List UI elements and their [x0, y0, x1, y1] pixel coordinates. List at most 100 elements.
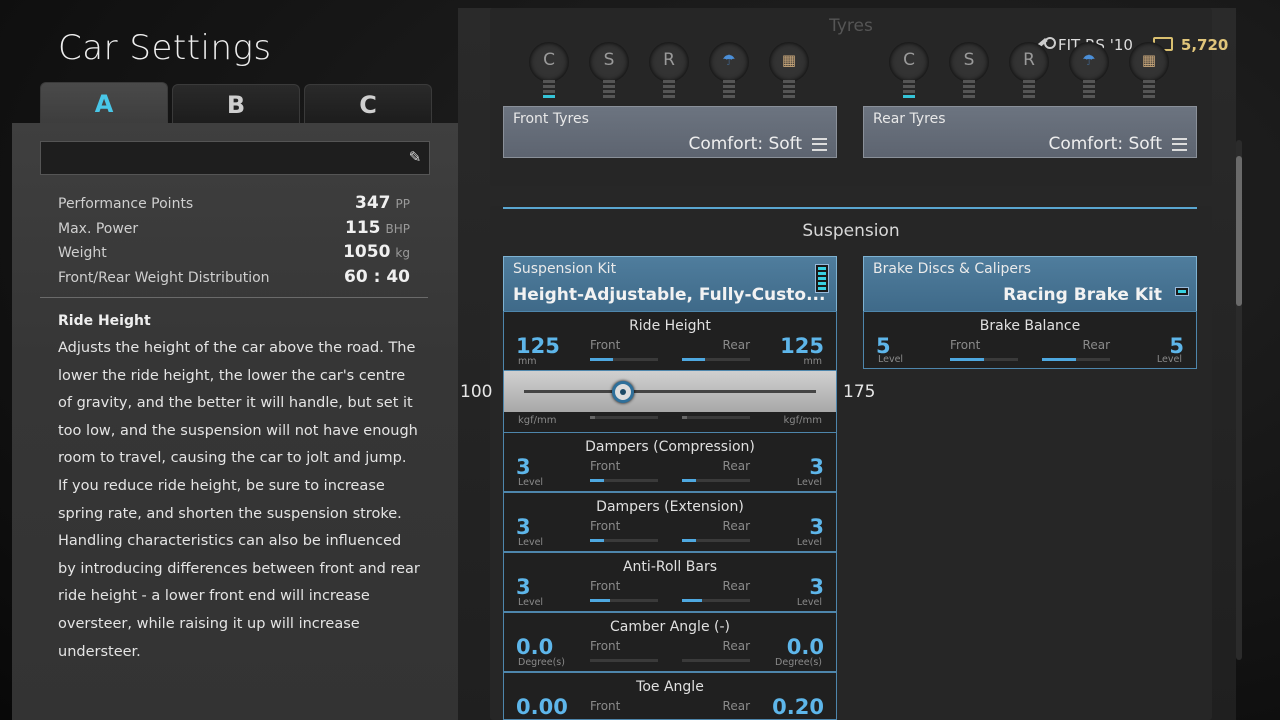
rear-bar — [682, 599, 750, 602]
tyre-comfort[interactable]: C — [529, 42, 569, 98]
stat-unit: BHP — [385, 221, 411, 236]
rear-bar — [682, 416, 750, 419]
toe-angle-row[interactable]: Toe Angle 0.00 0.20 Front Rear — [503, 672, 837, 720]
front-bar — [590, 539, 658, 542]
menu-icon — [1172, 138, 1187, 151]
rear-bar — [682, 479, 750, 482]
tyre-label: S — [963, 50, 975, 70]
brake-balance-row[interactable]: Brake Balance 5 5 Level Level Front Rear — [863, 311, 1197, 369]
setting-name-field[interactable] — [40, 141, 430, 175]
rear-label: Rear — [722, 338, 750, 352]
rain-icon[interactable]: ☂ — [1069, 42, 1109, 98]
dampers-compression-row[interactable]: Dampers (Compression) 3 3 Level Level Fr… — [503, 432, 837, 492]
tyre-sports[interactable]: S — [589, 42, 629, 98]
description-text: Adjusts the height of the car above the … — [58, 340, 420, 660]
page-title: Car Settings — [58, 28, 272, 68]
level-icon — [1175, 287, 1189, 296]
slider-min: 100 — [460, 382, 493, 402]
suspension-heading: Suspension — [802, 221, 900, 241]
scrollbar[interactable] — [1236, 140, 1242, 660]
rear-unit: Level — [796, 537, 822, 548]
rear-value: 3 — [809, 455, 824, 479]
rear-unit: mm — [803, 356, 822, 367]
front-tyres-field[interactable]: Front Tyres Comfort: Soft — [503, 106, 837, 158]
front-bar — [590, 479, 658, 482]
slider-knob[interactable] — [612, 381, 635, 403]
credits-value: 5,720 — [1180, 36, 1229, 54]
stat-value: 115 — [345, 217, 381, 238]
stat-unit: PP — [395, 197, 410, 211]
brake-kit-value: Racing Brake Kit — [1003, 285, 1162, 305]
front-label: Front — [590, 699, 621, 713]
setting-tabs: A B C — [40, 82, 432, 124]
rear-bar — [682, 659, 750, 662]
anti-roll-bars-row[interactable]: Anti-Roll Bars 3 3 Level Level Front Rea… — [503, 552, 837, 612]
stat-unit: kg — [395, 246, 410, 260]
brake-kit-field[interactable]: Brake Discs & Calipers Racing Brake Kit — [863, 256, 1197, 312]
rear-unit: Level — [796, 597, 822, 608]
slider-track[interactable] — [524, 390, 816, 393]
dirt-icon[interactable]: ▦ — [1129, 42, 1169, 98]
rear-bar — [682, 358, 750, 361]
settings-panel: ✎ Performance Points 347 PP Max. Power 11… — [12, 123, 458, 720]
suspension-kit-label: Suspension Kit — [513, 261, 617, 277]
front-bar — [950, 358, 1018, 361]
front-label: Front — [590, 519, 621, 533]
front-tyres-value: Comfort: Soft — [688, 134, 802, 154]
pencil-icon[interactable]: ✎ — [406, 148, 424, 166]
suspension-kit-value: Height-Adjustable, Fully-Custo... — [513, 285, 826, 305]
brake-kit-label: Brake Discs & Calipers — [873, 261, 1032, 277]
row-title: Anti-Roll Bars — [622, 559, 717, 575]
scrollbar-thumb[interactable] — [1236, 156, 1242, 306]
stat-label: Max. Power — [58, 220, 139, 237]
front-label: Front — [950, 338, 981, 352]
dirt-icon[interactable]: ▦ — [769, 42, 809, 98]
tyre-label: R — [1023, 50, 1035, 70]
rear-value: 3 — [809, 575, 824, 599]
rear-tyre-selector: C S R ☂ ▦ — [889, 42, 1169, 98]
rear-value: 0.0 — [786, 635, 824, 659]
front-unit: Level — [518, 477, 544, 488]
stat-label: Performance Points — [58, 196, 194, 212]
car-settings-screen: { "page_title": "Car Settings", "tabs": … — [0, 0, 1280, 720]
tyre-label: C — [543, 50, 555, 70]
front-bar — [590, 416, 658, 419]
tyre-racing[interactable]: R — [1009, 42, 1049, 98]
suspension-kit-field[interactable]: Suspension Kit Height-Adjustable, Fully-… — [503, 256, 837, 312]
rear-bar — [682, 539, 750, 542]
row-title: Ride Height — [629, 318, 711, 334]
unit-left: kgf/mm — [518, 415, 557, 426]
row-title: Dampers (Compression) — [585, 439, 755, 455]
rear-value: 3 — [809, 515, 824, 539]
tyre-racing[interactable]: R — [649, 42, 689, 98]
tyre-comfort[interactable]: C — [889, 42, 929, 98]
rear-label: Rear — [722, 459, 750, 473]
front-bar — [590, 599, 658, 602]
front-unit: Level — [518, 597, 544, 608]
rear-unit: Level — [796, 477, 822, 488]
front-unit: Level — [518, 537, 544, 548]
front-value: 0.0 — [516, 635, 554, 659]
stat-weight: Weight 1050 kg — [58, 242, 410, 267]
camber-angle-row[interactable]: Camber Angle (-) 0.0 0.0 Degree(s) Degre… — [503, 612, 837, 672]
unit-right: kgf/mm — [783, 415, 822, 426]
tab-c[interactable]: C — [304, 84, 432, 124]
rain-icon[interactable]: ☂ — [709, 42, 749, 98]
row-title: Toe Angle — [636, 679, 704, 695]
rear-unit: Degree(s) — [775, 657, 822, 668]
tyre-sports[interactable]: S — [949, 42, 989, 98]
ride-height-row[interactable]: Ride Height 125 125 mm mm Front Rear — [503, 311, 837, 371]
row-title: Brake Balance — [979, 318, 1081, 334]
front-value: 3 — [516, 575, 531, 599]
dampers-extension-row[interactable]: Dampers (Extension) 3 3 Level Level Fron… — [503, 492, 837, 552]
tab-a[interactable]: A — [40, 82, 168, 124]
front-value: 125 — [516, 334, 560, 358]
rear-tyres-field[interactable]: Rear Tyres Comfort: Soft — [863, 106, 1197, 158]
rear-value: 125 — [780, 334, 824, 358]
ride-height-slider[interactable] — [503, 371, 837, 412]
rear-label: Rear — [1082, 338, 1110, 352]
front-unit: Degree(s) — [518, 657, 565, 668]
tab-b[interactable]: B — [172, 84, 300, 124]
stat-max-power: Max. Power 115 BHP — [58, 218, 410, 243]
front-value: 3 — [516, 515, 531, 539]
